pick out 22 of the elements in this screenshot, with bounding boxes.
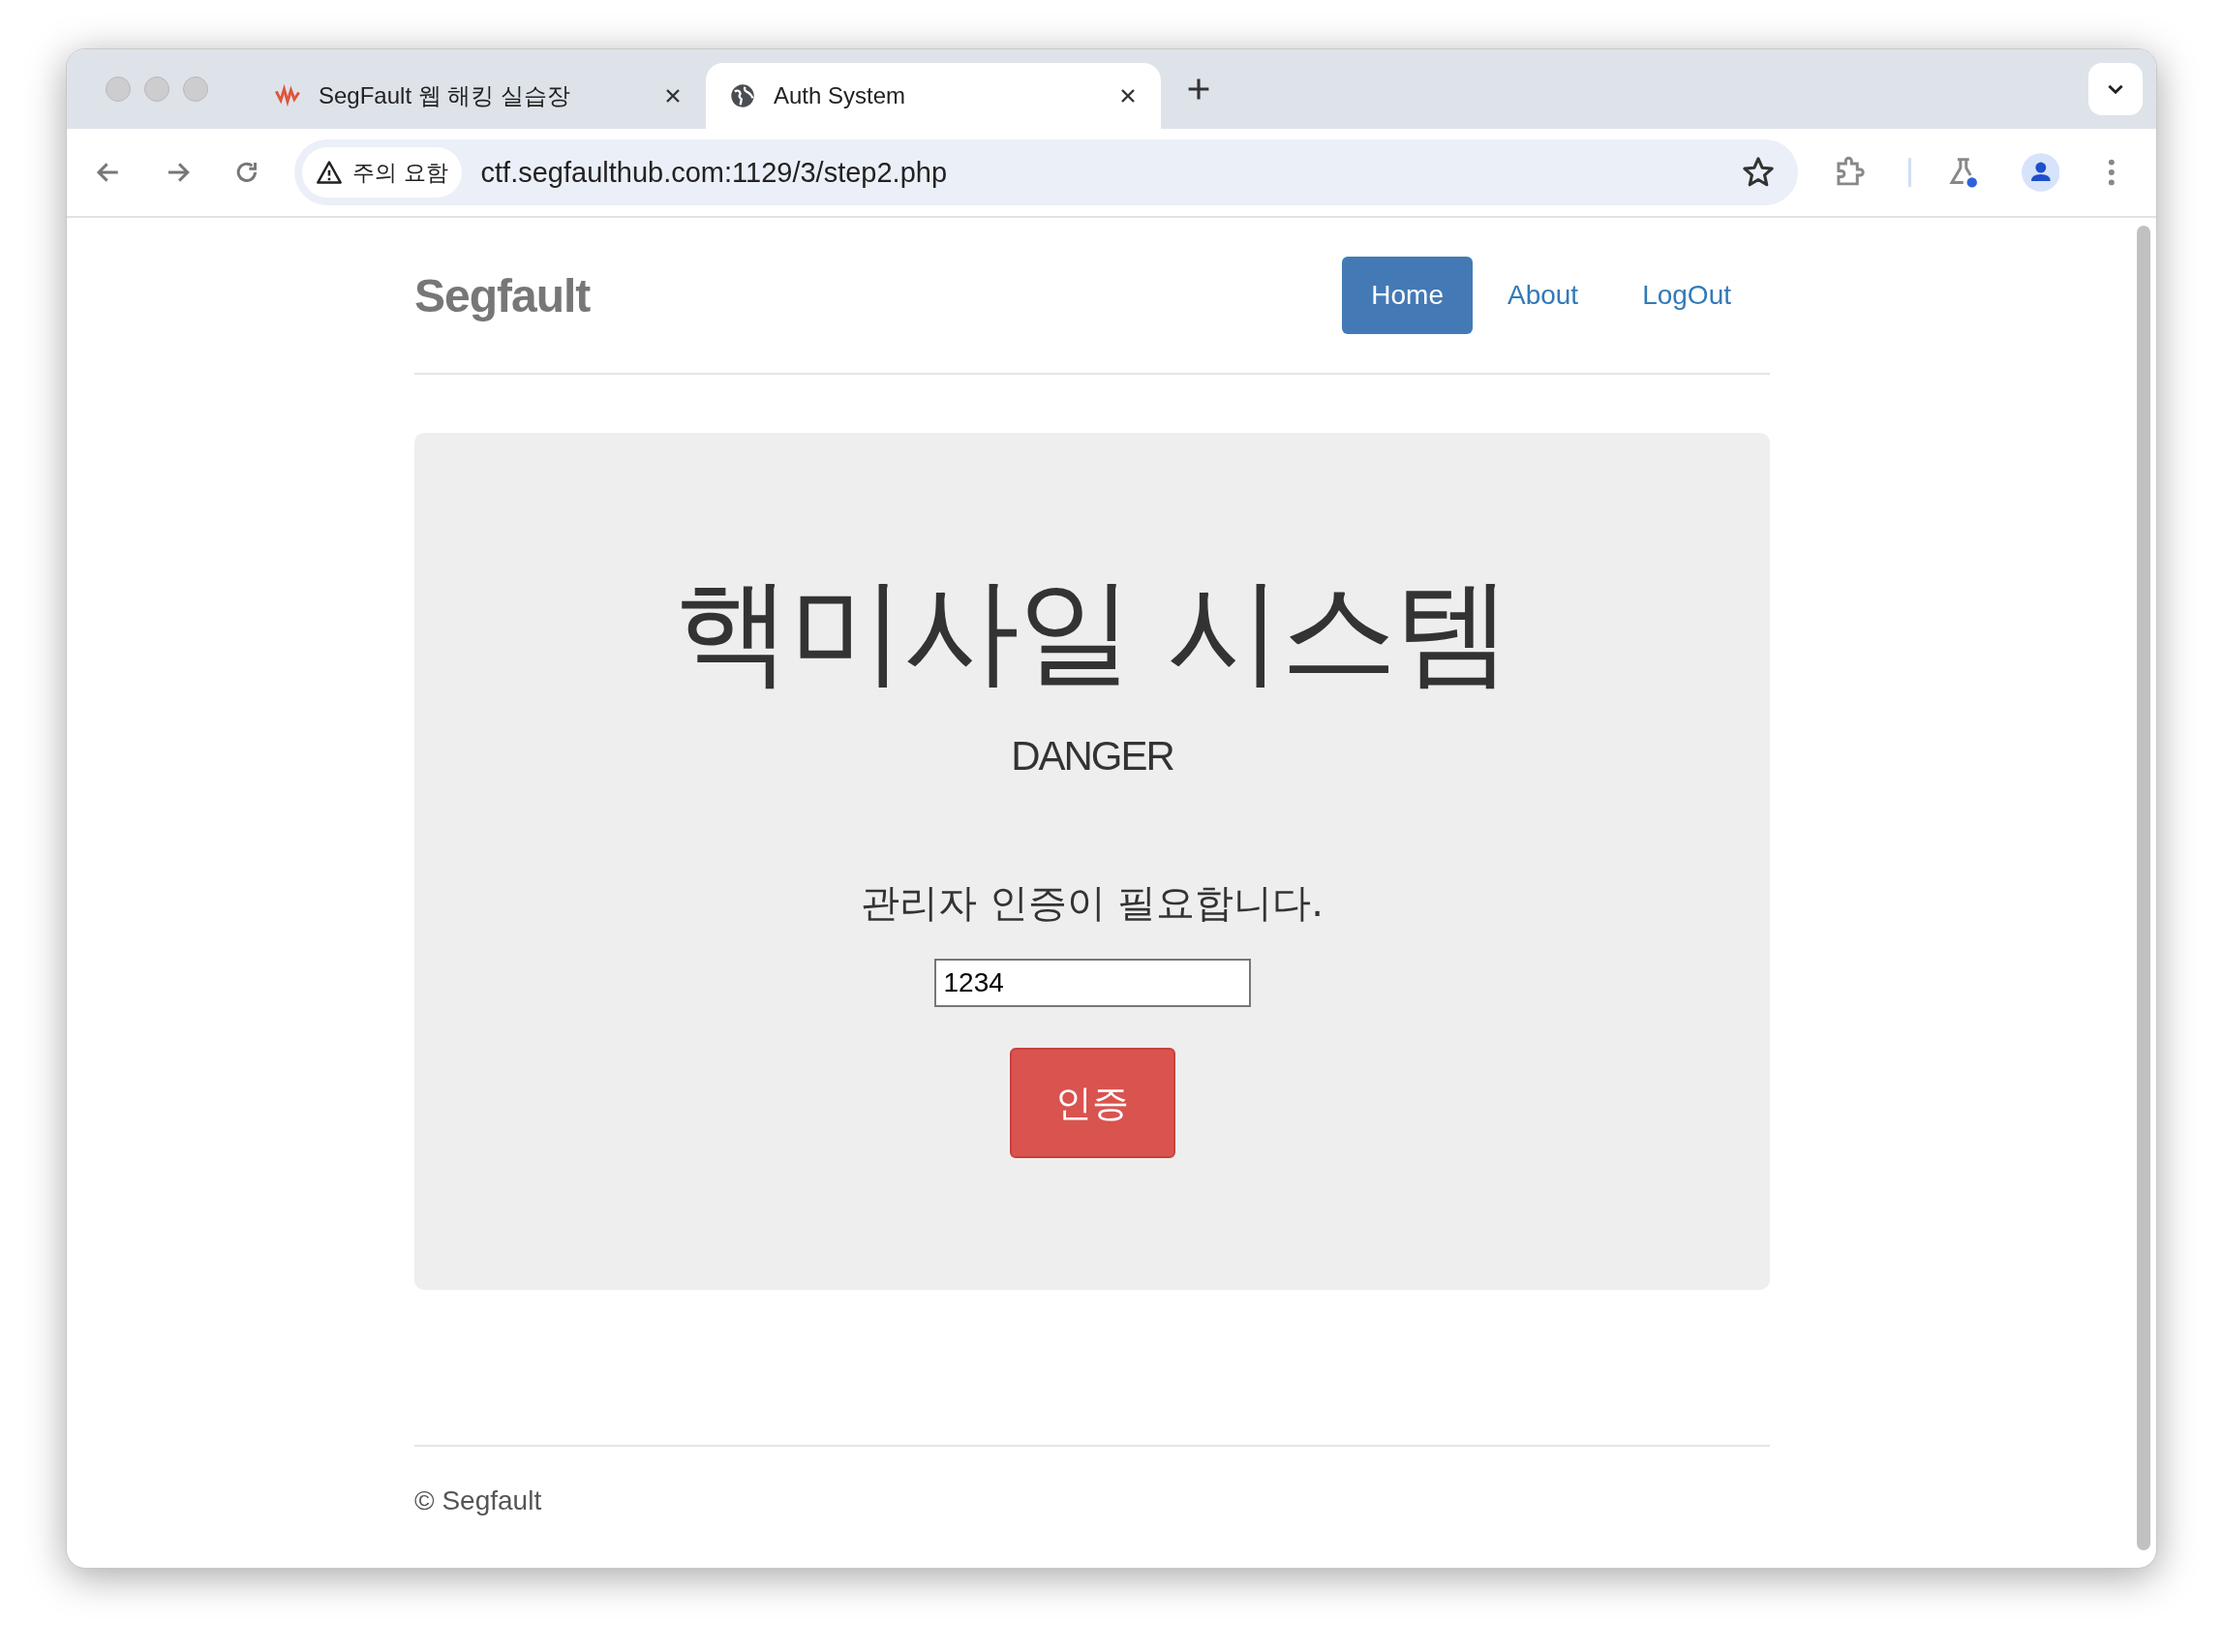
scrollbar-thumb[interactable]	[2137, 226, 2150, 1550]
auth-button[interactable]: 인증	[1009, 1048, 1175, 1158]
browser-tab[interactable]: Auth System	[706, 63, 1161, 129]
star-icon[interactable]	[1742, 156, 1776, 189]
nav-link[interactable]: About	[1477, 257, 1608, 334]
site-brand[interactable]: Segfault	[414, 268, 591, 322]
profile-avatar-icon[interactable]	[2021, 153, 2060, 192]
nav-link[interactable]: LogOut	[1613, 257, 1760, 334]
security-label: 주의 요함	[352, 158, 448, 187]
security-chip[interactable]: 주의 요함	[302, 147, 462, 198]
footer-text: © Segfault	[414, 1485, 542, 1515]
globe-icon	[729, 82, 756, 109]
address-bar[interactable]: 주의 요함 ctf.segfaulthub.com:1129/3/step2.php	[294, 139, 1799, 205]
auth-prompt: 관리자 인증이 필요합니다.	[860, 879, 1325, 927]
nav-link[interactable]: Home	[1342, 257, 1473, 334]
page-title: 핵미사일 시스템	[674, 563, 1510, 700]
new-tab-icon[interactable]	[1186, 76, 1211, 102]
warning-icon	[316, 159, 344, 186]
code-input-field[interactable]: 1234	[933, 959, 1251, 1007]
browser-tab[interactable]: SegFault 웹 해킹 실습장	[251, 63, 706, 129]
subtitle: DANGER	[1011, 733, 1173, 780]
url-text: ctf.segfaulthub.com:1129/3/step2.php	[480, 156, 948, 189]
